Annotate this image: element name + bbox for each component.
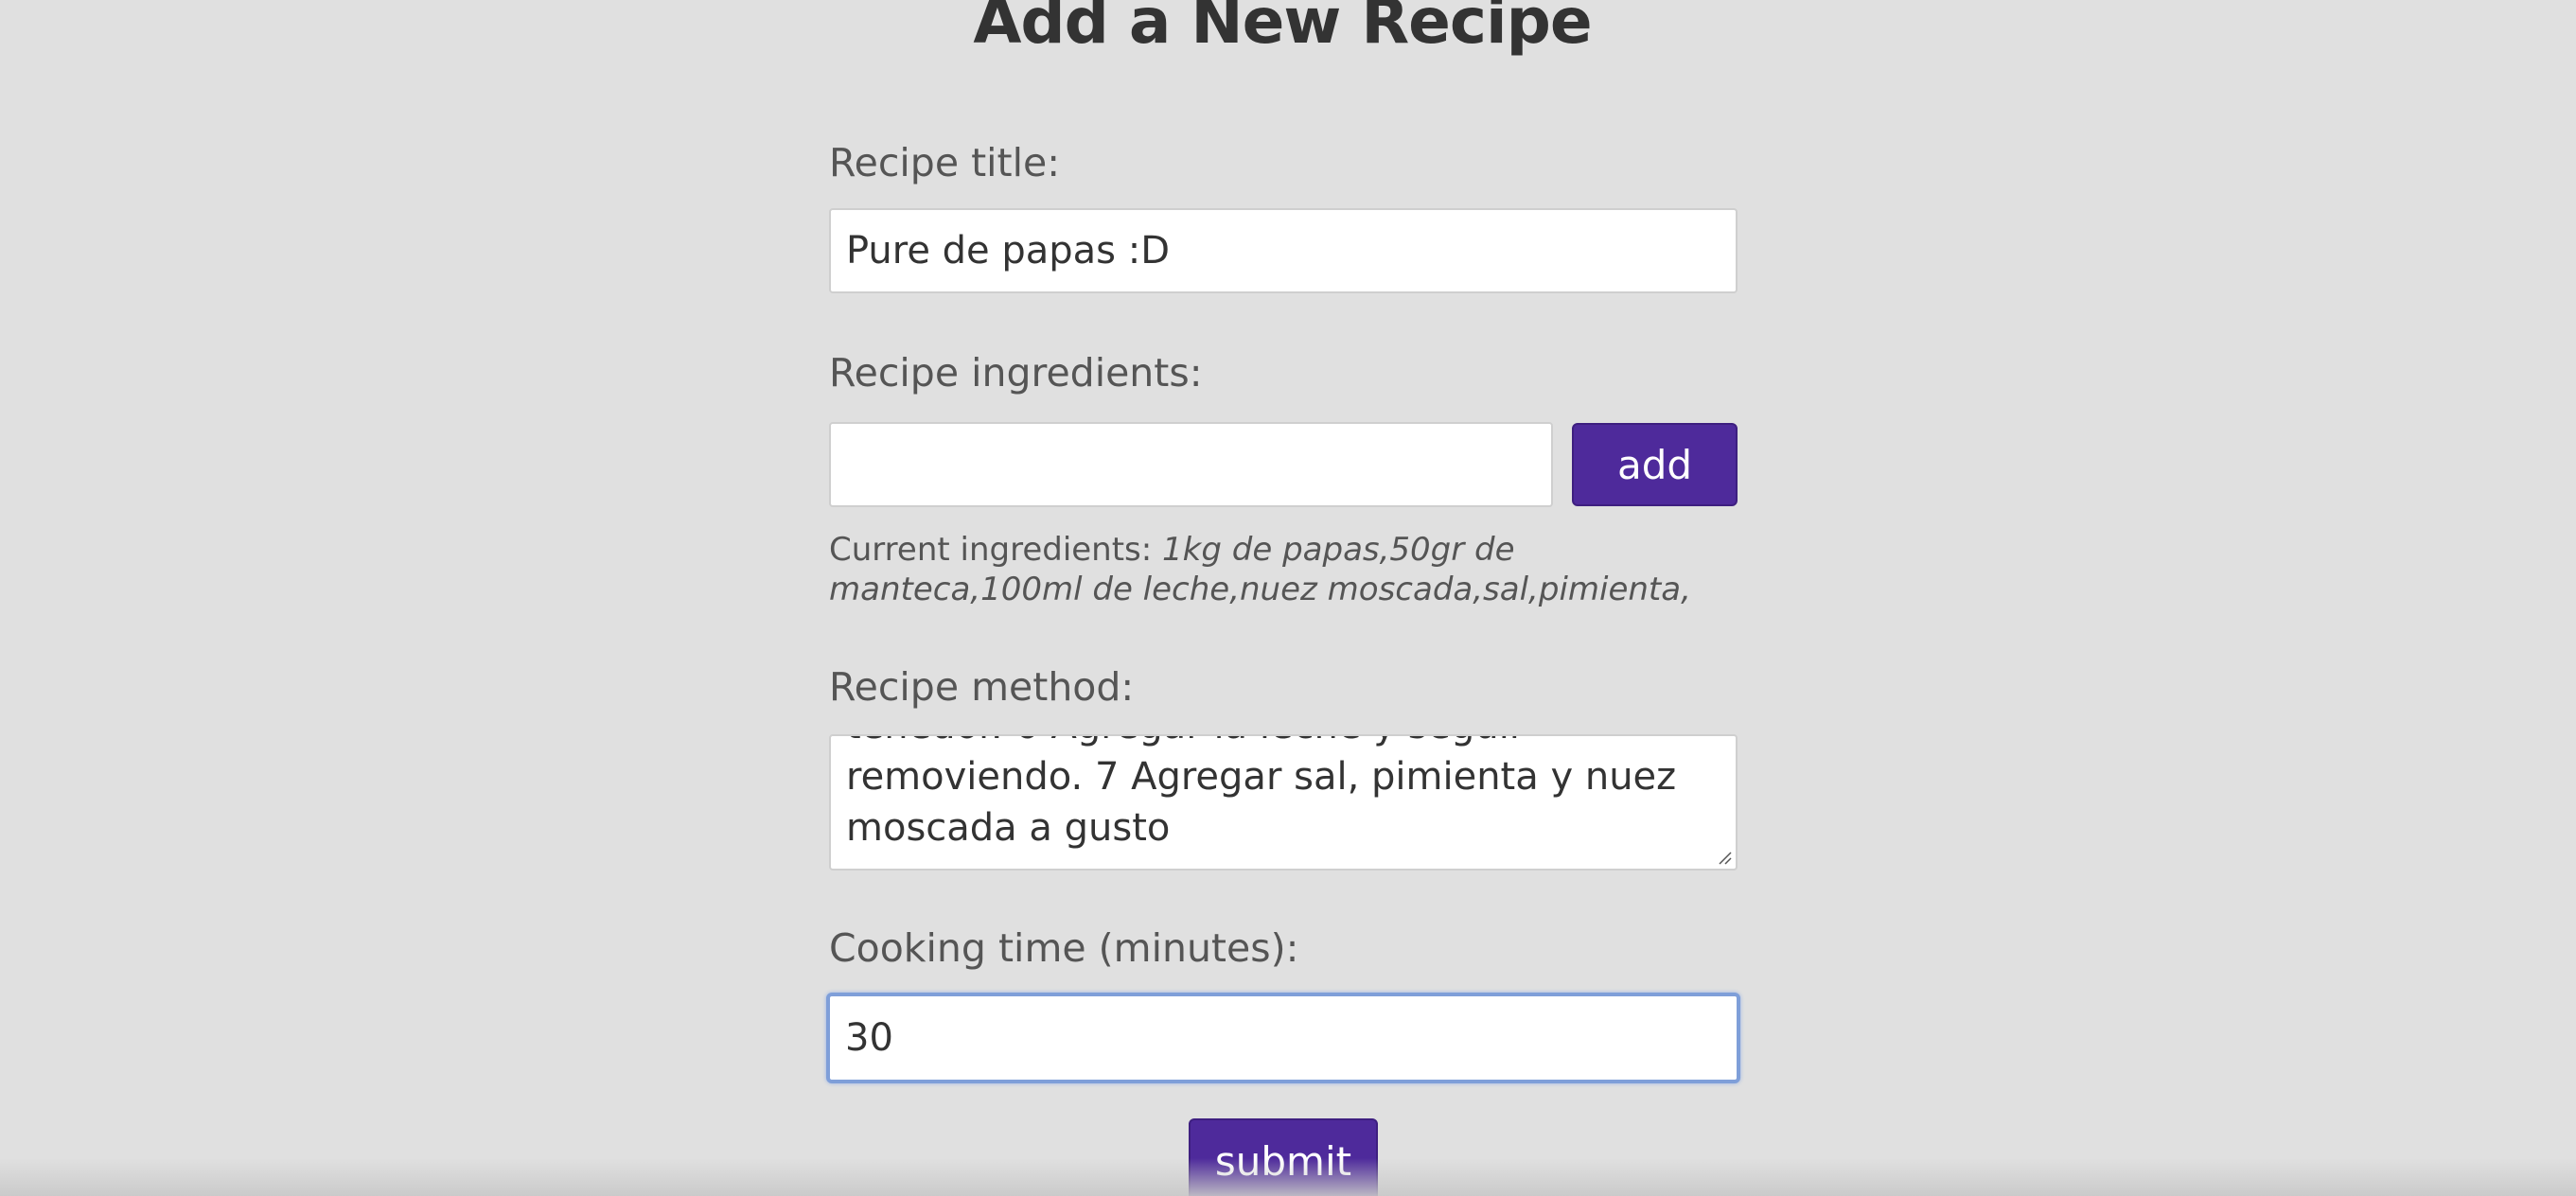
current-ingredients: Current ingredients: 1kg de papas,50gr d… xyxy=(829,530,1747,609)
page-title: Add a New Recipe xyxy=(973,0,1592,58)
resize-handle-icon[interactable] xyxy=(1717,850,1732,865)
add-ingredient-button[interactable]: add xyxy=(1572,423,1738,506)
recipe-title-input[interactable]: Pure de papas :D xyxy=(829,208,1738,293)
cooking-time-label: Cooking time (minutes): xyxy=(829,925,1299,971)
recipe-ingredients-label: Recipe ingredients: xyxy=(829,350,1203,396)
recipe-title-label: Recipe title: xyxy=(829,140,1061,185)
current-ingredients-prefix: Current ingredients: xyxy=(829,531,1153,569)
ingredient-input[interactable] xyxy=(829,422,1553,507)
recipe-title-value: Pure de papas :D xyxy=(846,229,1171,273)
cooking-time-value: 30 xyxy=(845,1016,893,1060)
add-recipe-page: Add a New Recipe Recipe title: Pure de p… xyxy=(0,0,2576,1196)
recipe-method-label: Recipe method: xyxy=(829,664,1135,710)
cooking-time-input[interactable]: 30 xyxy=(826,993,1740,1083)
recipe-method-value: tenedor. 6 Agregar la leche y seguir rem… xyxy=(846,736,1677,850)
bottom-shadow xyxy=(0,1158,2576,1196)
recipe-method-textarea[interactable]: tenedor. 6 Agregar la leche y seguir rem… xyxy=(829,734,1738,871)
